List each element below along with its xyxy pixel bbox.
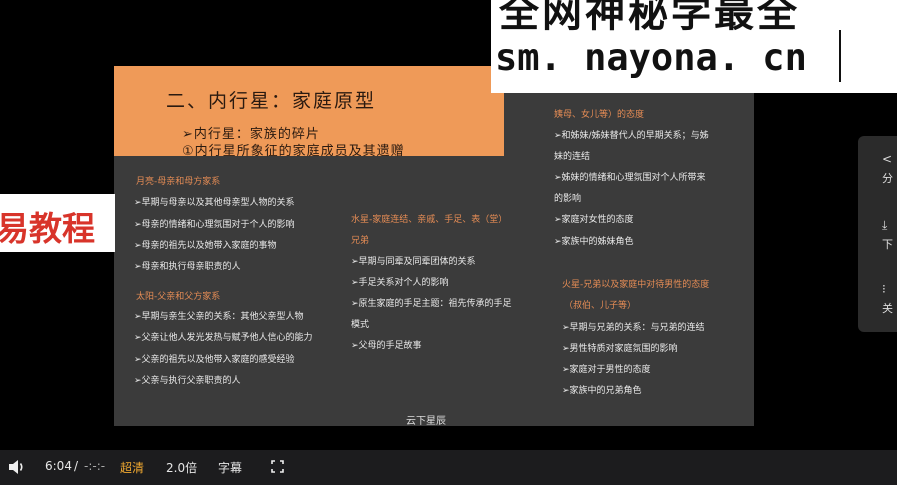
watermark-title: 全网神秘学最全 <box>499 0 800 36</box>
mars-heading: 火星-兄弟以及家庭中对待男性的态度 <box>562 280 710 290</box>
list-item: ➢早期与亲生父亲的关系：其他父亲型人物 <box>134 312 304 322</box>
list-item: 的影响 <box>554 194 582 204</box>
list-item: ➢和姊妹/姊妹替代人的早期关系；与姊 <box>554 131 709 141</box>
watermark-url: sm. nayona. cn <box>495 36 807 79</box>
video-slide: 二、内行星：家庭原型 ➢内行星：家族的碎片 ①内行星所象征的家庭成员及其遗赠 月… <box>114 66 754 426</box>
quality-button[interactable]: 超清 <box>120 459 144 476</box>
slide-subtitle-2: ①内行星所象征的家庭成员及其遗赠 <box>182 144 405 159</box>
video-stage[interactable]: 二、内行星：家庭原型 ➢内行星：家族的碎片 ①内行星所象征的家庭成员及其遗赠 月… <box>0 0 897 450</box>
list-item: ➢父亲与执行父亲职责的人 <box>134 376 241 386</box>
close-icon: ⁝ <box>882 282 886 296</box>
list-item: ➢母亲的祖先以及她带入家庭的事物 <box>134 241 277 251</box>
list-item: ➢母亲和执行母亲职责的人 <box>134 262 241 272</box>
slide-footer: 云下星辰 <box>406 416 446 426</box>
player-controls: 6:04 / -:-:- 超清 2.0倍 字幕 <box>0 450 897 485</box>
text-caret <box>839 30 841 82</box>
list-item: ➢姊妹的情绪和心理氛围对个人所带来 <box>554 173 706 183</box>
subtitle-button[interactable]: 字幕 <box>218 459 242 476</box>
time-current: 6:04 <box>45 459 72 473</box>
download-label: 下 <box>882 238 893 251</box>
mercury-heading: 水星-家庭连结、亲戚、手足、表（堂） <box>351 215 508 225</box>
list-item: ➢父母的手足故事 <box>351 341 422 351</box>
close-label: 关 <box>882 302 893 315</box>
list-item: ➢手足关系对个人的影响 <box>351 278 449 288</box>
list-item: ➢父亲让他人发光发热与赋予他人信心的能力 <box>134 333 313 343</box>
volume-icon[interactable] <box>8 459 26 475</box>
moon-heading: 月亮-母亲和母方家系 <box>136 177 221 187</box>
list-item: ➢男性特质对家庭氛围的影响 <box>562 344 678 354</box>
download-icon: ⤓ <box>882 218 888 232</box>
close-button[interactable]: ⁝ 关 <box>858 274 897 324</box>
sun-heading: 太阳-父亲和父方家系 <box>136 292 221 302</box>
watermark-box: 全网神秘学最全 sm. nayona. cn <box>491 0 897 93</box>
share-label: 分 <box>882 172 893 185</box>
list-item: ➢家族中的兄弟角色 <box>562 386 642 396</box>
list-item: ➢父亲的祖先以及他带入家庭的感受经验 <box>134 355 295 365</box>
mars-heading-2: （叔伯、儿子等） <box>564 301 637 311</box>
time-total: -:-:- <box>84 459 106 473</box>
side-action-panel: < 分 ⤓ 下 ⁝ 关 <box>858 136 897 332</box>
list-item: 模式 <box>351 320 370 330</box>
mercury-heading-2: 兄弟 <box>351 236 370 246</box>
list-item: ➢原生家庭的手足主题：祖先传承的手足 <box>351 299 512 309</box>
download-button[interactable]: ⤓ 下 <box>858 210 897 260</box>
list-item: 妹的连结 <box>554 152 591 162</box>
speed-button[interactable]: 2.0倍 <box>166 459 197 476</box>
list-item: ➢早期与同辈及同辈团体的关系 <box>351 257 476 267</box>
list-item: ➢早期与兄弟的关系：与兄弟的连结 <box>562 323 705 333</box>
list-item: ➢早期与母亲以及其他母亲型人物的关系 <box>134 198 295 208</box>
list-item: ➢家庭对女性的态度 <box>554 215 634 225</box>
list-item: ➢家族中的姊妹角色 <box>554 237 634 247</box>
list-item: ➢家庭对于男性的态度 <box>562 365 651 375</box>
share-button[interactable]: < 分 <box>858 144 897 194</box>
side-tag-text: 易教程 <box>0 209 95 248</box>
fullscreen-icon[interactable] <box>271 460 284 473</box>
time-separator: / <box>74 459 79 473</box>
share-icon: < <box>882 152 893 166</box>
slide-title: 二、内行星：家庭原型 <box>166 90 377 112</box>
side-tag: 易教程 <box>0 194 115 252</box>
venus-heading-2: 姨母、女儿等）的态度 <box>554 110 645 120</box>
list-item: ➢母亲的情绪和心理氛围对于个人的影响 <box>134 220 295 230</box>
